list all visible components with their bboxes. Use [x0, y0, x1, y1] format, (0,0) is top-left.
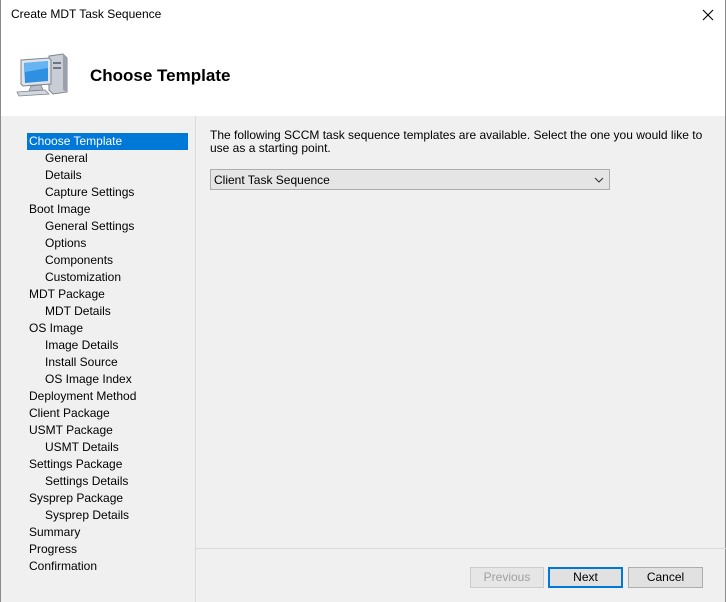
nav-item-os-image[interactable]: OS Image — [27, 320, 189, 337]
chevron-down-icon — [594, 177, 604, 183]
page-title: Choose Template — [90, 66, 231, 85]
wizard-header: Choose Template — [1, 30, 725, 116]
computer-icon — [16, 53, 68, 97]
nav-item-components[interactable]: Components — [27, 252, 189, 269]
create-mdt-task-sequence-window: Create MDT Task Sequence Choose Template… — [0, 0, 726, 602]
template-select[interactable]: Client Task Sequence — [210, 169, 610, 190]
nav-item-mdt-details[interactable]: MDT Details — [27, 303, 189, 320]
nav-item-settings-package[interactable]: Settings Package — [27, 456, 189, 473]
cancel-button[interactable]: Cancel — [628, 567, 703, 588]
title-bar: Create MDT Task Sequence — [1, 0, 725, 30]
close-button[interactable] — [691, 0, 725, 30]
nav-item-image-details[interactable]: Image Details — [27, 337, 189, 354]
next-button[interactable]: Next — [548, 567, 623, 588]
nav-item-usmt-details[interactable]: USMT Details — [27, 439, 189, 456]
nav-item-options[interactable]: Options — [27, 235, 189, 252]
previous-button[interactable]: Previous — [470, 567, 544, 588]
nav-item-summary[interactable]: Summary — [27, 524, 189, 541]
nav-item-deployment-method[interactable]: Deployment Method — [27, 388, 189, 405]
template-description: The following SCCM task sequence templat… — [210, 128, 703, 155]
nav-item-general-settings[interactable]: General Settings — [27, 218, 189, 235]
nav-item-customization[interactable]: Customization — [27, 269, 189, 286]
nav-item-os-image-index[interactable]: OS Image Index — [27, 371, 189, 388]
nav-item-capture-settings[interactable]: Capture Settings — [27, 184, 189, 201]
wizard-steps-nav: Choose Template General Details Capture Set… — [27, 133, 189, 575]
nav-item-progress[interactable]: Progress — [27, 541, 189, 558]
window-title: Create MDT Task Sequence — [11, 7, 162, 21]
nav-item-client-package[interactable]: Client Package — [27, 405, 189, 422]
nav-item-sysprep-details[interactable]: Sysprep Details — [27, 507, 189, 524]
nav-item-mdt-package[interactable]: MDT Package — [27, 286, 189, 303]
nav-item-general[interactable]: General — [27, 150, 189, 167]
nav-item-usmt-package[interactable]: USMT Package — [27, 422, 189, 439]
close-icon — [702, 9, 714, 21]
nav-item-sysprep-package[interactable]: Sysprep Package — [27, 490, 189, 507]
nav-item-details[interactable]: Details — [27, 167, 189, 184]
content-panel: The following SCCM task sequence templat… — [196, 116, 726, 548]
nav-item-confirmation[interactable]: Confirmation — [27, 558, 189, 575]
nav-item-boot-image[interactable]: Boot Image — [27, 201, 189, 218]
nav-item-settings-details[interactable]: Settings Details — [27, 473, 189, 490]
nav-item-install-source[interactable]: Install Source — [27, 354, 189, 371]
nav-item-choose-template[interactable]: Choose Template — [27, 133, 188, 150]
footer-divider — [196, 548, 726, 549]
template-select-value: Client Task Sequence — [214, 173, 330, 187]
